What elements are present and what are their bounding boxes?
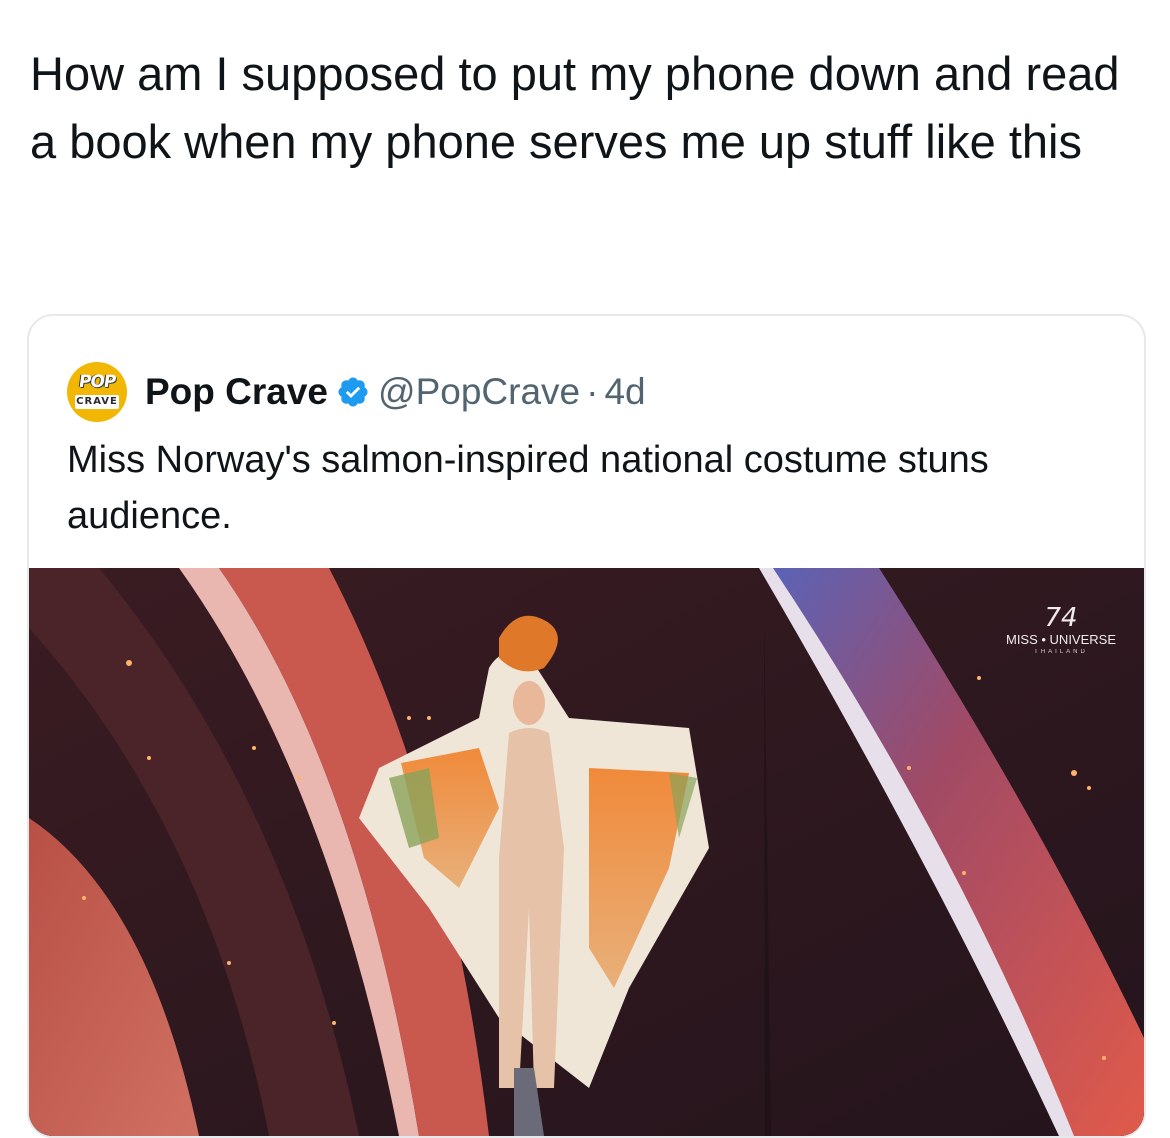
avatar-logo-bottom: CRAVE xyxy=(75,395,119,409)
watermark-brand: MISS • UNIVERSE xyxy=(1005,632,1117,647)
watermark-subtitle: THAILAND xyxy=(1034,649,1088,655)
avatar-logo-top: POP xyxy=(77,372,117,392)
stage-photo xyxy=(29,568,1144,1136)
author-name[interactable]: Pop Crave xyxy=(145,371,328,413)
separator-dot: · xyxy=(586,371,599,412)
post-media-image[interactable]: 74 MISS • UNIVERSE THAILAND xyxy=(29,568,1144,1136)
watermark-number: 74 xyxy=(1044,603,1078,633)
author-handle[interactable]: @PopCrave xyxy=(378,371,580,413)
avatar[interactable]: POP CRAVE xyxy=(67,362,127,422)
miss-universe-watermark: 74 MISS • UNIVERSE THAILAND xyxy=(996,604,1126,656)
post-timestamp[interactable]: 4d xyxy=(604,371,645,413)
post-text: How am I supposed to put my phone down a… xyxy=(30,47,1120,168)
verified-badge-icon xyxy=(336,375,370,409)
quoted-post-text: Miss Norway's salmon-inspired national c… xyxy=(67,439,989,537)
quoted-post-card[interactable]: POP CRAVE Pop Crave @PopCrave · 4d Miss … xyxy=(27,314,1146,1138)
quoted-post-header: POP CRAVE Pop Crave @PopCrave · 4d xyxy=(67,362,646,422)
